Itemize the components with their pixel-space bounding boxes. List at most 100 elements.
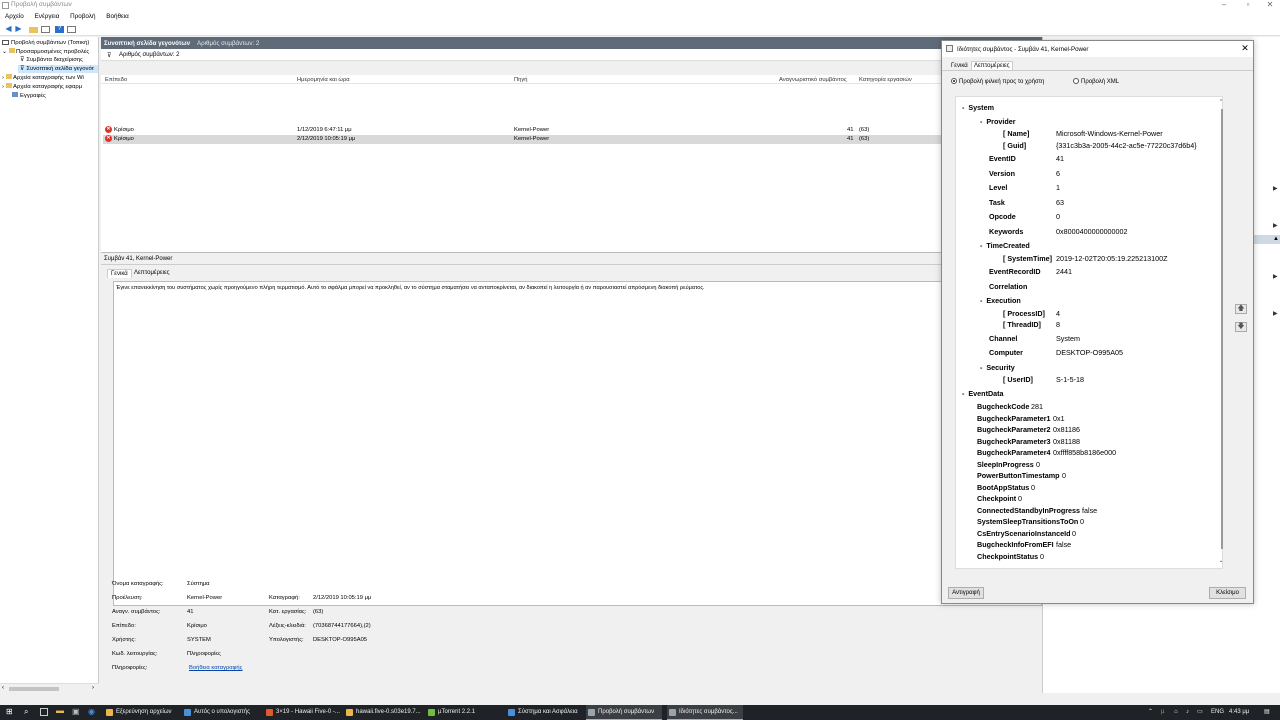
tab-details[interactable]: Λεπτομέρειες [131, 269, 173, 277]
show-hide-tree-icon[interactable] [41, 26, 50, 33]
chevron-right-icon[interactable]: ▶ [1273, 273, 1278, 280]
maximize-button[interactable]: ▫ [1236, 0, 1260, 11]
help-icon[interactable]: ? [55, 26, 64, 33]
close-icon[interactable]: ✕ [1240, 43, 1250, 54]
menu-action[interactable]: Ενέργεια [30, 11, 64, 20]
key-task: Task [989, 198, 1005, 207]
menu-view[interactable]: Προβολή [65, 11, 99, 20]
back-arrow-icon[interactable]: ◀ [4, 25, 13, 33]
node-system[interactable]: - System [962, 103, 994, 112]
minimize-button[interactable]: – [1212, 0, 1236, 11]
previous-event-button[interactable]: 🡅 [1235, 304, 1247, 314]
tree-item-app-logs[interactable]: › Αρχεία καταγραφής εφαρμ [2, 83, 82, 91]
radio-xml-view[interactable]: Προβολή XML [1073, 78, 1119, 85]
taskbar-item-label: Αυτός ο υπολογιστής [194, 709, 250, 715]
column-header-datetime[interactable]: Ημερομηνία και ώρα [297, 77, 350, 83]
tree-item-root[interactable]: Προβολή συμβάντων (Τοπική) [2, 39, 89, 47]
network-icon[interactable]: ⌂ [1174, 705, 1178, 720]
center-pane: Συνοπτική σελίδα γεγονότων Αριθμός συμβά… [101, 37, 1042, 693]
show-hide-actions-icon[interactable] [67, 26, 76, 33]
event-list-header: Επίπεδο Ημερομηνία και ώρα Πηγή Αναγνωρι… [101, 75, 1042, 84]
column-header-source[interactable]: Πηγή [514, 77, 528, 83]
key-computer: Computer [989, 348, 1023, 357]
folder-icon [5, 74, 12, 79]
taskbar-item[interactable]: Σύστημα και Ασφάλεια [506, 705, 582, 720]
table-row[interactable]: ✕ Κρίσιμο 1/12/2019 6:47:11 μμ Kernel-Po… [103, 126, 1040, 135]
scroll-right-icon[interactable]: › [92, 685, 94, 691]
taskbar-item[interactable]: Αυτός ο υπολογιστής [182, 705, 260, 720]
taskbar-item[interactable]: 3×19 - Hawaii Five-0 -... [264, 705, 340, 720]
volume-icon[interactable]: ♪ [1186, 705, 1189, 720]
tree-item-subscriptions[interactable]: Εγγραφές [12, 92, 46, 100]
close-window-button[interactable]: ✕ [1258, 0, 1280, 11]
tree-item-custom-views[interactable]: ⌄ Προσαρμοσμένες προβολές [2, 48, 89, 56]
column-header-task-category[interactable]: Κατηγορία εργασιών [859, 77, 912, 83]
tree-horizontal-scrollbar[interactable]: ‹ › [0, 683, 99, 693]
task-view-icon[interactable] [40, 708, 48, 716]
clock[interactable]: 4:43 μμ [1229, 705, 1249, 720]
chevron-right-icon[interactable]: ▶ [1273, 310, 1278, 317]
taskbar-item[interactable]: Εξερεύνηση αρχείων [104, 705, 178, 720]
menu-help[interactable]: Βοήθεια [101, 11, 133, 20]
tree-item-summary-page[interactable]: ⊽ Συνοπτική σελίδα γεγονότ [18, 65, 98, 73]
table-row[interactable]: ✕ Κρίσιμο 2/12/2019 10:05:19 μμ Kernel-P… [103, 135, 1040, 144]
close-button[interactable]: Κλείσιμο [1209, 587, 1246, 599]
scroll-thumb[interactable] [9, 687, 59, 691]
battery-icon[interactable]: ▭ [1197, 705, 1203, 720]
column-header-event-id[interactable]: Αναγνωριστικό συμβάντος [779, 77, 847, 83]
node-execution[interactable]: - Execution [980, 296, 1021, 305]
eventdata-key: PowerButtonTimestamp [977, 471, 1060, 480]
taskbar-app-icon [669, 709, 676, 716]
windows-start-icon[interactable]: ⊞ [6, 708, 13, 716]
node-eventdata[interactable]: - EventData [962, 389, 1004, 398]
node-security[interactable]: - Security [980, 363, 1015, 372]
subscription-icon [12, 92, 18, 97]
actions-section-header[interactable]: ▲ [1253, 235, 1280, 244]
tab-details[interactable]: Λεπτομέρειες [971, 61, 1013, 70]
notifications-icon[interactable]: ▤ [1264, 705, 1270, 720]
folder-up-icon[interactable] [29, 27, 38, 33]
collapse-icon[interactable]: ▲ [1273, 236, 1279, 242]
pinned-browser-icon[interactable]: ◉ [88, 708, 95, 716]
scroll-down-icon[interactable]: ⌄ [1219, 558, 1223, 564]
keyboard-language[interactable]: ENG [1211, 705, 1224, 720]
taskbar-item[interactable]: Ιδιότητες συμβάντος... [667, 705, 743, 720]
taskbar-item[interactable]: hawaii.five-0.s03e19.7... [344, 705, 422, 720]
tree-item-windows-logs[interactable]: › Αρχεία καταγραφής των Wi [2, 74, 84, 82]
scroll-left-icon[interactable]: ‹ [2, 685, 4, 691]
prop-opcode-label: Κωδ. λειτουργίας: [112, 651, 158, 657]
pinned-app-icon[interactable]: ▣ [72, 708, 80, 716]
forward-arrow-icon[interactable]: ▶ [14, 25, 23, 33]
chevron-right-icon[interactable]: ▶ [1273, 185, 1278, 192]
tab-general[interactable]: Γενικά [949, 62, 970, 70]
taskbar-item-label: Εξερεύνηση αρχείων [116, 709, 172, 715]
taskbar-app-icon [346, 709, 353, 716]
tray-utorrent-icon[interactable]: µ [1161, 705, 1164, 720]
navigation-tree: Προβολή συμβάντων (Τοπική) ⌄ Προσαρμοσμέν… [0, 37, 99, 683]
chevron-right-icon[interactable]: ▶ [1273, 222, 1278, 229]
val-name: Microsoft-Windows-Kernel-Power [1056, 129, 1163, 138]
radio-friendly-view[interactable]: Προβολή φιλική προς το χρήστη [951, 78, 1044, 85]
scroll-up-icon[interactable]: ⌃ [1219, 99, 1223, 105]
details-vertical-scrollbar[interactable]: ⌃ ⌄ [1218, 99, 1226, 567]
column-header-level[interactable]: Επίπεδο [105, 77, 127, 83]
tree-item-admin-events[interactable]: ⊽ Συμβάντα διαχείρισης [20, 56, 83, 64]
tray-chevron-icon[interactable]: ⌃ [1148, 705, 1153, 720]
taskbar-item[interactable]: µTorrent 2.2.1 [426, 705, 502, 720]
taskbar-item[interactable]: Προβολή συμβάντων [586, 705, 662, 720]
next-event-button[interactable]: 🡇 [1235, 322, 1247, 332]
node-provider[interactable]: - Provider [980, 117, 1016, 126]
tab-general[interactable]: Γενικά [107, 269, 132, 278]
val-task: 63 [1056, 198, 1064, 207]
menu-file[interactable]: Αρχείο [0, 11, 28, 20]
event-log-help-link[interactable]: Βοήθεια καταγραφής [189, 665, 242, 671]
scroll-thumb[interactable] [1221, 109, 1223, 549]
pinned-folder-icon[interactable]: ▬ [56, 707, 64, 715]
search-icon[interactable]: ⌕ [24, 708, 28, 716]
node-timecreated[interactable]: - TimeCreated [980, 241, 1030, 250]
taskbar-app-icon [184, 709, 191, 716]
row-datetime: 1/12/2019 6:47:11 μμ [297, 127, 352, 133]
copy-button[interactable]: Αντιγραφή [948, 587, 984, 599]
eventdata-value: 0 [1036, 459, 1040, 469]
radio-dot [951, 78, 957, 84]
